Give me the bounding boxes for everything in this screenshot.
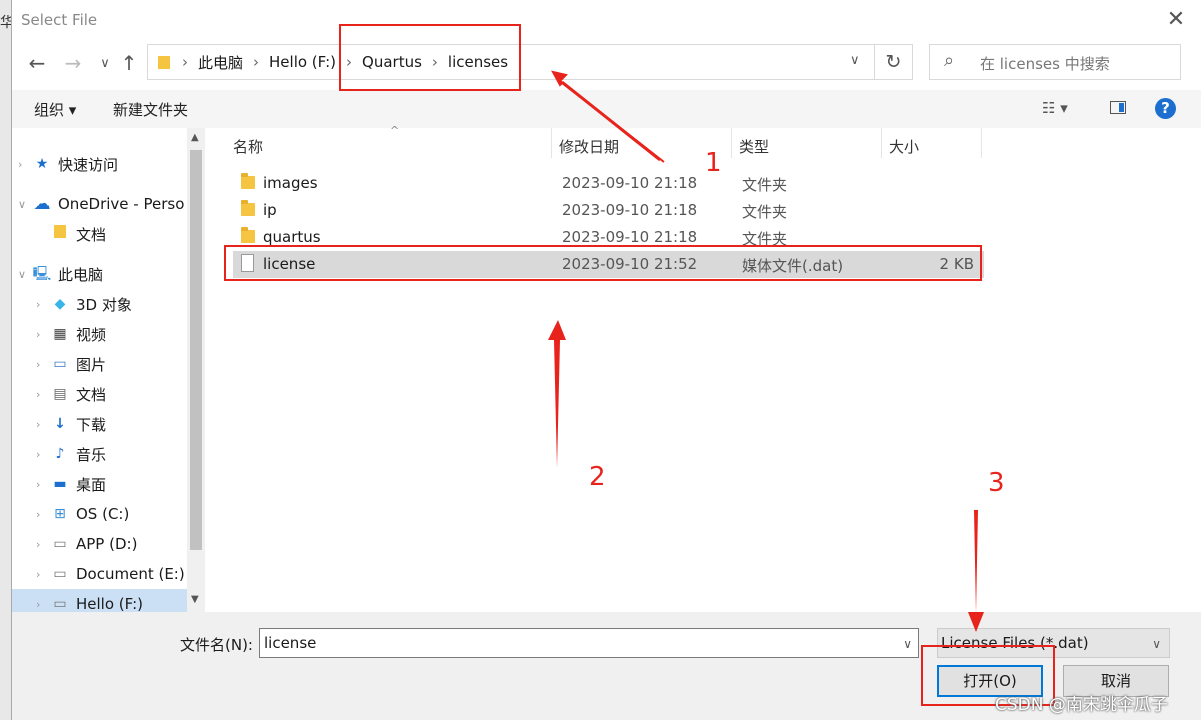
annotation-label: 3: [988, 468, 1005, 498]
annotation-label: 1: [705, 148, 722, 178]
annotation-arrow-2: [548, 320, 566, 340]
annotation-arrows: [548, 70, 984, 632]
annotation-label: 2: [589, 462, 606, 492]
annotation-arrow-3: [968, 612, 984, 632]
watermark: CSDN @南宋跳伞瓜子: [995, 695, 1168, 715]
